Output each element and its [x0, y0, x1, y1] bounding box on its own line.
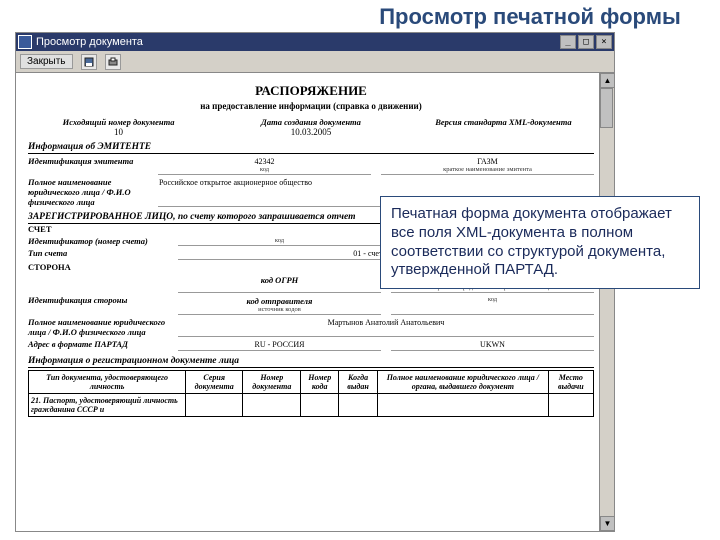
- out-number-label: Исходящий номер документа: [28, 117, 209, 127]
- section-issuer: Информация об ЭМИТЕНТЕ: [28, 142, 594, 154]
- full2-label: Полное наименование юридического лица / …: [28, 317, 168, 337]
- annotation-callout: Печатная форма документа отображает все …: [380, 196, 700, 289]
- window-title: Просмотр документа: [36, 36, 143, 48]
- section-regdoc: Информация о регистрационном документе л…: [28, 356, 594, 368]
- th-issuer: Полное наименование юридического лица / …: [377, 371, 548, 394]
- account-id-label: Идентификатор (номер счета): [28, 236, 168, 246]
- issuer-code-tiny: код: [159, 166, 370, 173]
- regdoc-table: Тип документа, удостоверяющего личность …: [28, 370, 594, 417]
- unknown-value: UKWN: [391, 339, 594, 351]
- toolbar: Закрыть: [16, 51, 614, 73]
- person-name: Мартынов Анатолий Анатольевич: [178, 317, 594, 337]
- close-button[interactable]: Закрыть: [20, 54, 73, 69]
- scroll-up-icon[interactable]: ▲: [600, 73, 614, 88]
- th-code: Номер кода: [301, 371, 339, 394]
- account-id-cell: код: [178, 236, 381, 246]
- th-place: Место выдачи: [548, 371, 593, 394]
- titlebar: Просмотр документа _ □ ×: [16, 33, 614, 51]
- th-when: Когда выдан: [339, 371, 378, 394]
- xml-version-label: Версия стандарта XML-документа: [413, 117, 594, 127]
- th-doctype: Тип документа, удостоверяющего личность: [29, 371, 186, 394]
- sender-code-label: код отправителя: [247, 296, 313, 306]
- print-icon[interactable]: [105, 54, 121, 70]
- issuer-short-name: ГАЗM: [477, 157, 497, 166]
- doc-heading: РАСПОРЯЖЕНИЕ: [28, 83, 594, 99]
- document-area: РАСПОРЯЖЕНИЕ на предоставление информаци…: [16, 73, 614, 531]
- country-value: RU - РОССИЯ: [178, 339, 381, 351]
- th-number: Номер документа: [243, 371, 301, 394]
- table-row: 21. Паспорт, удостоверяющий личность гра…: [29, 394, 594, 417]
- out-number-value: 10: [28, 127, 209, 137]
- th-series: Серия документа: [186, 371, 243, 394]
- side-id-label: Идентификация стороны: [28, 295, 168, 315]
- account-type-label: Тип счета: [28, 248, 168, 260]
- doc-subheading: на предоставление информации (справка о …: [28, 101, 594, 111]
- side-id-cell2: код: [391, 295, 594, 315]
- addr-label: Адрес в формате ПАРТАД: [28, 339, 168, 351]
- date-value: 10.03.2005: [220, 127, 401, 137]
- close-window-button[interactable]: ×: [596, 35, 612, 49]
- vertical-scrollbar[interactable]: ▲ ▼: [599, 73, 614, 531]
- ogrn-label: код ОГРН: [261, 275, 299, 285]
- full-name-label: Полное наименование юридического лица / …: [28, 177, 148, 207]
- maximize-button[interactable]: □: [578, 35, 594, 49]
- sender-code-tiny: источник кодов: [179, 306, 380, 313]
- issuer-ident-label: Идентификация эмитента: [28, 156, 148, 175]
- date-label: Дата создания документа: [220, 117, 401, 127]
- scroll-down-icon[interactable]: ▼: [600, 516, 614, 531]
- issuer-code: 42342: [255, 157, 275, 166]
- row1-doctype: 21. Паспорт, удостоверяющий личность гра…: [29, 394, 186, 417]
- save-icon[interactable]: [81, 54, 97, 70]
- scroll-thumb[interactable]: [600, 88, 613, 128]
- slide-title: Просмотр печатной формы: [0, 0, 720, 36]
- app-icon: [18, 35, 32, 49]
- issuer-name-tiny: краткое наименование эмитента: [382, 166, 593, 173]
- minimize-button[interactable]: _: [560, 35, 576, 49]
